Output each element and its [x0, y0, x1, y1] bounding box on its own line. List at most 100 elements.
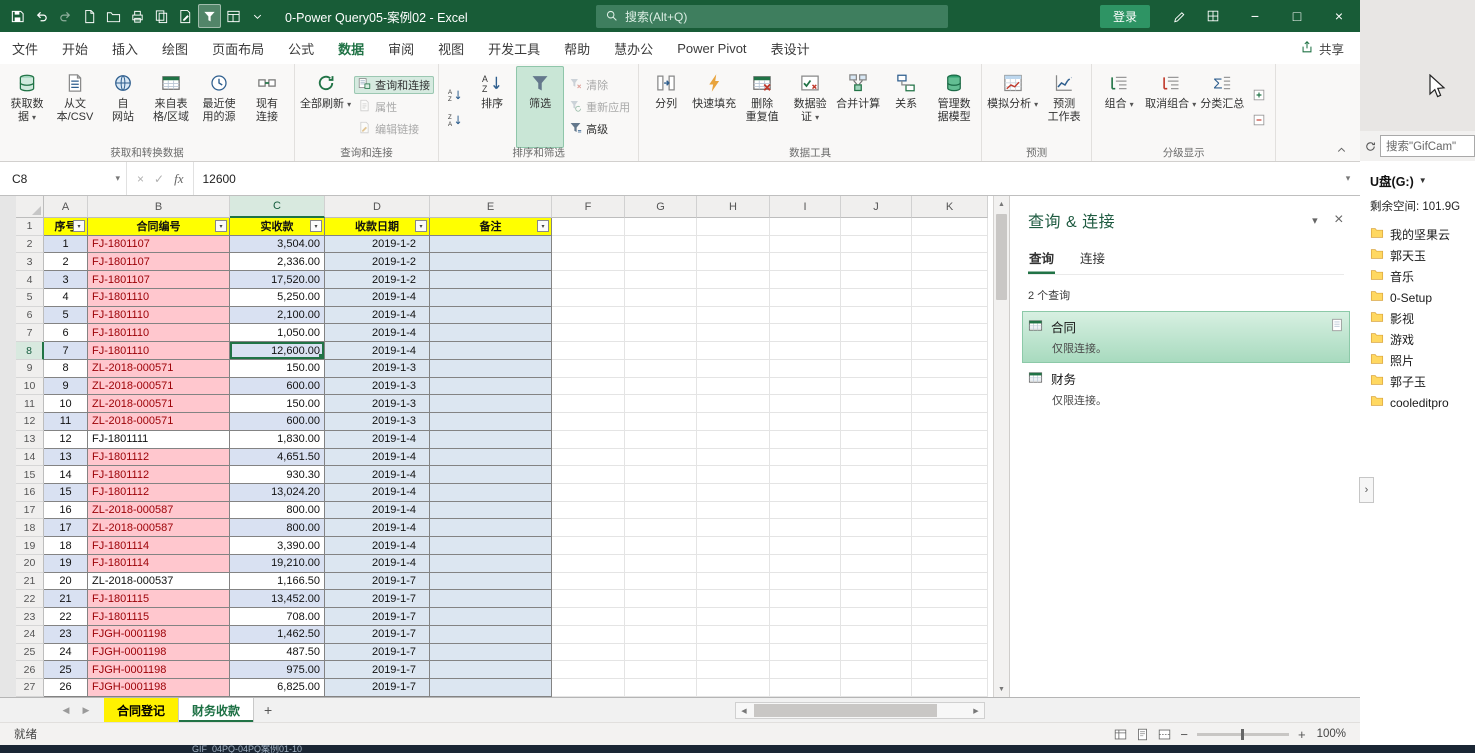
cell-G8[interactable]	[625, 342, 697, 360]
cell-G6[interactable]	[625, 306, 697, 325]
folder-item[interactable]: 郭天玉	[1370, 245, 1475, 266]
cell-H16[interactable]	[697, 484, 770, 502]
print-icon[interactable]	[126, 4, 149, 28]
cell-F27[interactable]	[552, 679, 625, 697]
cell-K14[interactable]	[912, 448, 988, 467]
cell-B7[interactable]: FJ-1801110	[88, 324, 230, 343]
row-header-27[interactable]: 27	[16, 679, 44, 697]
cell-D16[interactable]: 2019-1-4	[325, 484, 430, 502]
row-header-20[interactable]: 20	[16, 554, 44, 573]
cell-F9[interactable]	[552, 359, 625, 378]
cell-A17[interactable]: 16	[44, 501, 88, 520]
cell-I1[interactable]	[770, 218, 841, 236]
cell-E14[interactable]	[430, 448, 552, 467]
folder-item[interactable]: 郭子玉	[1370, 371, 1475, 392]
vertical-scrollbar[interactable]: ▲ ▼	[993, 196, 1009, 697]
cell-B18[interactable]: ZL-2018-000587	[88, 519, 230, 538]
ribbon-tab-0[interactable]: 文件	[0, 32, 50, 64]
cell-J25[interactable]	[841, 643, 912, 662]
open-folder-icon[interactable]	[102, 4, 125, 28]
cell-K20[interactable]	[912, 554, 988, 573]
ribbon-tab-9[interactable]: 开发工具	[476, 32, 552, 64]
ribbon-button-forecast-sheet[interactable]: 预测 工作表	[1040, 66, 1088, 148]
search-box[interactable]: 搜索(Alt+Q)	[596, 5, 948, 28]
cell-C26[interactable]: 975.00	[230, 661, 325, 680]
copy-icon[interactable]	[150, 4, 173, 28]
ribbon-tab-8[interactable]: 视图	[426, 32, 476, 64]
cell-B27[interactable]: FJGH-0001198	[88, 679, 230, 697]
cell-B21[interactable]: ZL-2018-000537	[88, 572, 230, 591]
cell-C23[interactable]: 708.00	[230, 608, 325, 626]
cell-F8[interactable]	[552, 342, 625, 360]
cell-G25[interactable]	[625, 643, 697, 662]
row-header-19[interactable]: 19	[16, 537, 44, 555]
zoom-in-button[interactable]: +	[1298, 727, 1306, 742]
cell-H1[interactable]	[697, 218, 770, 236]
ribbon-tab-10[interactable]: 帮助	[552, 32, 602, 64]
ribbon-button-group[interactable]: 组合 ▾	[1095, 66, 1143, 148]
row-header-10[interactable]: 10	[16, 377, 44, 396]
cell-G17[interactable]	[625, 501, 697, 520]
row-header-7[interactable]: 7	[16, 324, 44, 343]
sheet-nav-left[interactable]: ◀	[56, 698, 76, 722]
ribbon-tab-3[interactable]: 绘图	[150, 32, 200, 64]
cell-E7[interactable]	[430, 324, 552, 343]
cell-K25[interactable]	[912, 643, 988, 662]
ribbon-tab-6[interactable]: 数据	[326, 32, 376, 64]
cell-E5[interactable]	[430, 288, 552, 307]
cell-A12[interactable]: 11	[44, 413, 88, 431]
cell-C19[interactable]: 3,390.00	[230, 537, 325, 555]
ribbon-tab-5[interactable]: 公式	[276, 32, 326, 64]
cell-A6[interactable]: 5	[44, 306, 88, 325]
column-header-F[interactable]: F	[552, 196, 625, 218]
cell-D8[interactable]: 2019-1-4	[325, 342, 430, 360]
redo-icon[interactable]	[54, 4, 77, 28]
row-header-8[interactable]: 8	[16, 342, 44, 360]
cell-B20[interactable]: FJ-1801114	[88, 554, 230, 573]
ribbon-button-subtotal[interactable]: Σ 分类汇总	[1198, 66, 1246, 148]
ribbon-button-get-data[interactable]: 获取数据 ▾	[3, 66, 51, 148]
cell-C9[interactable]: 150.00	[230, 359, 325, 378]
cell-I15[interactable]	[770, 466, 841, 485]
cell-E17[interactable]	[430, 501, 552, 520]
row-header-17[interactable]: 17	[16, 501, 44, 520]
cell-H23[interactable]	[697, 608, 770, 626]
cell-C14[interactable]: 4,651.50	[230, 448, 325, 467]
ribbon-tab-7[interactable]: 审阅	[376, 32, 426, 64]
cell-A23[interactable]: 22	[44, 608, 88, 626]
pane-tab-0[interactable]: 查询	[1028, 246, 1055, 274]
cell-G5[interactable]	[625, 288, 697, 307]
cell-D17[interactable]: 2019-1-4	[325, 501, 430, 520]
cell-B1[interactable]: 合同编号 ▾	[88, 218, 230, 236]
cell-A19[interactable]: 18	[44, 537, 88, 555]
cell-F18[interactable]	[552, 519, 625, 538]
cell-E13[interactable]	[430, 430, 552, 449]
cell-D21[interactable]: 2019-1-7	[325, 572, 430, 591]
ribbon-button-queries-connections[interactable]: 查询和连接	[354, 76, 435, 94]
cell-I7[interactable]	[770, 324, 841, 343]
cell-E12[interactable]	[430, 413, 552, 431]
cell-I17[interactable]	[770, 501, 841, 520]
cell-C12[interactable]: 600.00	[230, 413, 325, 431]
cell-J7[interactable]	[841, 324, 912, 343]
cell-H9[interactable]	[697, 359, 770, 378]
column-header-J[interactable]: J	[841, 196, 912, 218]
cell-F24[interactable]	[552, 625, 625, 644]
cell-A8[interactable]: 7	[44, 342, 88, 360]
ribbon-button-manage-data-model[interactable]: 管理数 据模型	[930, 66, 978, 148]
cell-J4[interactable]	[841, 271, 912, 289]
cell-B13[interactable]: FJ-1801111	[88, 430, 230, 449]
cell-C8[interactable]: 12,600.00	[230, 342, 325, 360]
ribbon-tab-1[interactable]: 开始	[50, 32, 100, 64]
insert-function-icon[interactable]: fx	[174, 171, 183, 187]
cell-I22[interactable]	[770, 590, 841, 609]
cell-K15[interactable]	[912, 466, 988, 485]
cell-G21[interactable]	[625, 572, 697, 591]
cell-H18[interactable]	[697, 519, 770, 538]
cell-F1[interactable]	[552, 218, 625, 236]
column-header-E[interactable]: E	[430, 196, 552, 218]
cell-E27[interactable]	[430, 679, 552, 697]
row-header-18[interactable]: 18	[16, 519, 44, 538]
cell-I24[interactable]	[770, 625, 841, 644]
cell-K19[interactable]	[912, 537, 988, 555]
